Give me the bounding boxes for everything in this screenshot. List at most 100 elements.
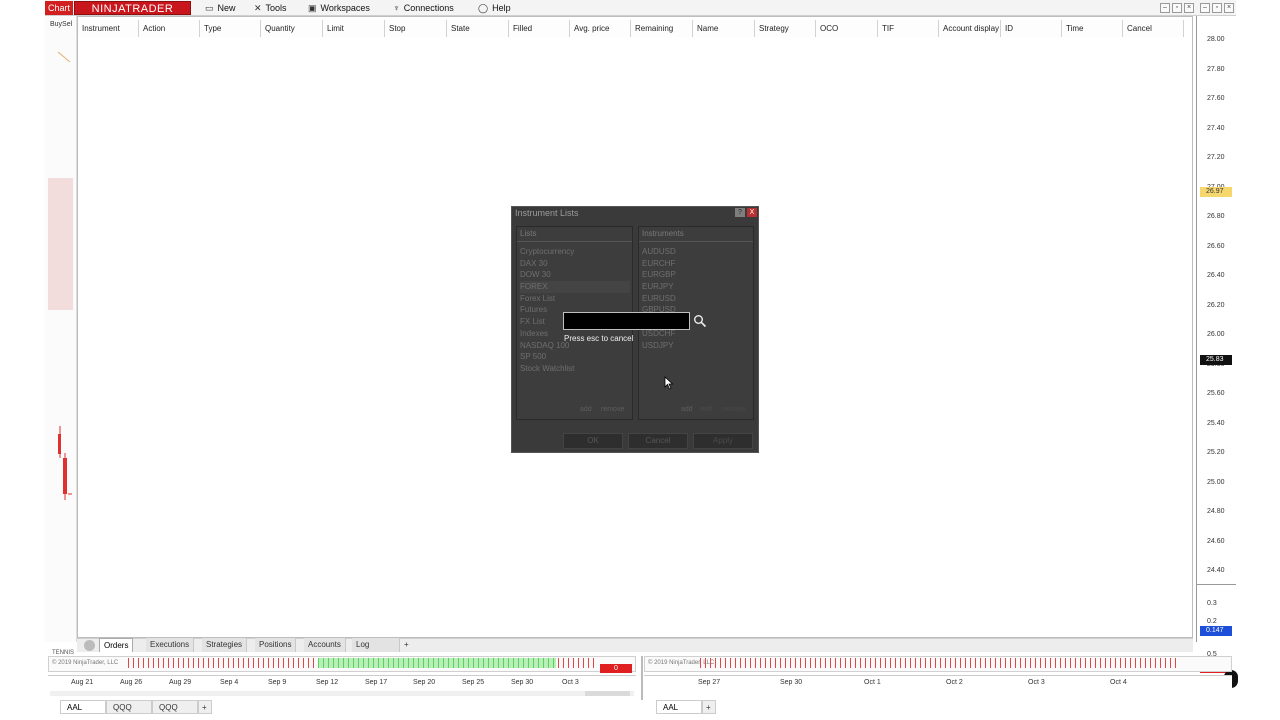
col-oco[interactable]: OCO xyxy=(816,20,878,37)
new-icon: ▭ xyxy=(205,3,214,13)
price-label: 27.60 xyxy=(1207,95,1225,102)
instrument-tab-qqq[interactable]: QQQ xyxy=(152,700,198,714)
tab-positions[interactable]: Positions xyxy=(255,638,297,652)
date-label: Aug 26 xyxy=(120,679,143,686)
instruments-add-link[interactable]: add xyxy=(681,406,693,413)
minimize-icon[interactable]: – xyxy=(1160,3,1170,13)
date-label: Sep 30 xyxy=(511,679,534,686)
date-label: Oct 2 xyxy=(946,679,963,686)
ok-button[interactable]: OK xyxy=(563,433,623,449)
split-divider[interactable] xyxy=(641,656,643,700)
list-item[interactable]: SP 500 xyxy=(520,351,630,363)
tab-menu-icon[interactable] xyxy=(84,640,95,651)
horizontal-scrollbar[interactable] xyxy=(50,691,634,696)
add-instrument-tab-button[interactable]: + xyxy=(198,700,212,714)
chart-window-tab[interactable]: Chart xyxy=(45,1,73,15)
tab-log[interactable]: Log xyxy=(352,638,400,652)
col-action[interactable]: Action xyxy=(139,20,200,37)
tab-orders[interactable]: Orders xyxy=(99,638,134,652)
menu-connections[interactable]: ♆ Connections xyxy=(393,0,454,16)
col-limit[interactable]: Limit xyxy=(323,20,385,37)
cancel-button[interactable]: Cancel xyxy=(628,433,688,449)
instrument-item[interactable]: EURJPY xyxy=(642,281,750,293)
date-label: Sep 17 xyxy=(365,679,388,686)
buy-sell-label[interactable]: BuySel xyxy=(50,21,72,28)
menu-help-label: Help xyxy=(492,3,511,13)
instrument-tab-qqq[interactable]: QQQ xyxy=(106,700,152,714)
date-label: Sep 4 xyxy=(220,679,239,686)
outer-minimize-icon[interactable]: – xyxy=(1200,3,1210,13)
list-item[interactable]: Cryptocurrency xyxy=(520,246,630,258)
col-state[interactable]: State xyxy=(447,20,509,37)
dialog-close-icon[interactable]: X xyxy=(747,208,757,217)
list-item[interactable]: DAX 30 xyxy=(520,258,630,270)
col-avg-price[interactable]: Avg. price xyxy=(570,20,631,37)
col-remaining[interactable]: Remaining xyxy=(631,20,693,37)
lists-remove-link[interactable]: remove xyxy=(601,406,624,413)
price-axis[interactable] xyxy=(1196,16,1236,642)
menu-tools[interactable]: ✕ Tools xyxy=(254,0,287,16)
date-label: Sep 25 xyxy=(462,679,485,686)
col-cancel[interactable]: Cancel xyxy=(1123,20,1184,37)
list-item[interactable]: Forex List xyxy=(520,293,630,305)
help-icon[interactable]: ? xyxy=(735,208,745,217)
col-tif[interactable]: TIF xyxy=(878,20,939,37)
add-tab-button[interactable]: + xyxy=(400,638,413,652)
date-axis-right[interactable] xyxy=(644,675,1232,691)
close-icon[interactable]: × xyxy=(1184,3,1194,13)
instrument-item[interactable]: AUDUSD xyxy=(642,246,750,258)
instrument-item[interactable]: EURCHF xyxy=(642,258,750,270)
col-filled[interactable]: Filled xyxy=(509,20,570,37)
list-item-selected[interactable]: FOREX xyxy=(520,281,630,293)
outer-close-icon[interactable]: × xyxy=(1224,3,1234,13)
tab-accounts[interactable]: Accounts xyxy=(304,638,346,652)
tab-executions[interactable]: Executions xyxy=(146,638,195,652)
col-name[interactable]: Name xyxy=(693,20,755,37)
search-input[interactable] xyxy=(563,312,690,330)
price-label: 28.00 xyxy=(1207,36,1225,43)
scrollbar-thumb[interactable] xyxy=(585,691,630,696)
instruments-remove-link[interactable]: remove xyxy=(722,406,745,413)
col-quantity[interactable]: Quantity xyxy=(261,20,323,37)
volume-bars-red xyxy=(700,658,1176,668)
menu-tools-label: Tools xyxy=(265,3,287,13)
instrument-item[interactable]: EURUSD xyxy=(642,293,750,305)
orders-grid-header: Instrument Action Type Quantity Limit St… xyxy=(78,20,1184,37)
outer-restore-icon[interactable]: ▫ xyxy=(1212,3,1222,13)
col-time[interactable]: Time xyxy=(1062,20,1123,37)
instruments-edit-link[interactable]: edit xyxy=(701,406,712,413)
instrument-item[interactable]: EURGBP xyxy=(642,269,750,281)
left-candles xyxy=(57,51,72,500)
menu-help[interactable]: ◯ Help xyxy=(478,0,511,16)
search-icon[interactable] xyxy=(693,314,707,328)
restore-icon[interactable]: ▫ xyxy=(1172,3,1182,13)
col-stop[interactable]: Stop xyxy=(385,20,447,37)
date-label: Sep 12 xyxy=(316,679,339,686)
col-strategy[interactable]: Strategy xyxy=(755,20,816,37)
list-item[interactable]: Stock Watchlist xyxy=(520,363,630,375)
instrument-tab-aal-right[interactable]: AAL xyxy=(656,700,702,714)
col-account-display[interactable]: Account display xyxy=(939,20,1001,37)
lists-header-divider xyxy=(517,241,632,242)
price-label: 25.60 xyxy=(1207,390,1225,397)
list-item[interactable]: DOW 30 xyxy=(520,269,630,281)
lists-add-link[interactable]: add xyxy=(580,406,592,413)
col-instrument[interactable]: Instrument xyxy=(78,20,139,37)
help-icon: ◯ xyxy=(478,3,489,13)
apply-button[interactable]: Apply xyxy=(693,433,753,449)
price-flag-yellow: 26.97 xyxy=(1200,187,1232,197)
instrument-tab-aal[interactable]: AAL xyxy=(60,700,106,714)
tab-strategies[interactable]: Strategies xyxy=(202,638,248,652)
col-type[interactable]: Type xyxy=(200,20,261,37)
add-instrument-tab-button[interactable]: + xyxy=(702,700,716,714)
menu-workspaces[interactable]: ▣ Workspaces xyxy=(308,0,370,16)
price-label: 24.60 xyxy=(1207,538,1225,545)
instruments-list: AUDUSD EURCHF EURGBP EURJPY EURUSD GBPUS… xyxy=(642,246,750,351)
date-label: Oct 3 xyxy=(1028,679,1045,686)
col-id[interactable]: ID xyxy=(1001,20,1062,37)
menu-new[interactable]: ▭ New xyxy=(205,0,236,16)
instrument-item[interactable]: USDJPY xyxy=(642,340,750,352)
price-label: 24.80 xyxy=(1207,508,1225,515)
instruments-header: Instruments xyxy=(642,229,684,238)
ninjatrader-logo: NINJATRADER xyxy=(74,1,191,15)
